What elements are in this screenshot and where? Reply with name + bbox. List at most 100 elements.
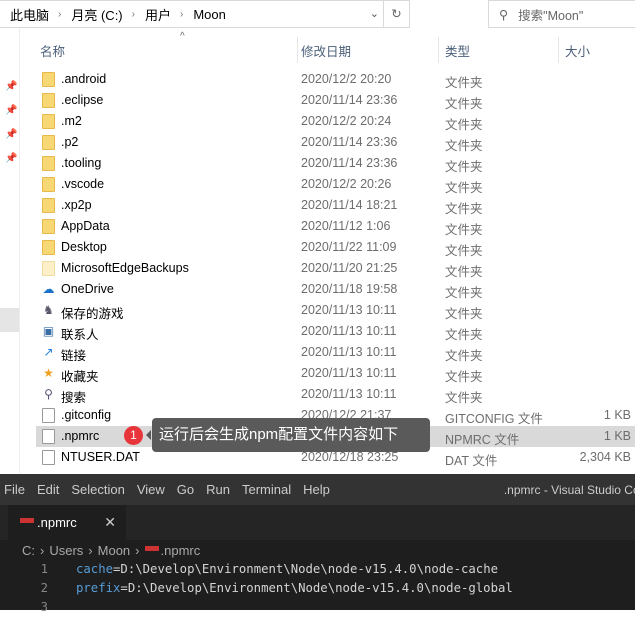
folder-icon [42, 93, 55, 108]
breadcrumb-drive[interactable]: C: [22, 543, 35, 558]
file-size: 2,304 KB [579, 450, 631, 464]
file-date: 2020/11/22 11:09 [301, 240, 397, 254]
file-date: 2020/11/14 23:36 [301, 156, 398, 170]
file-type: DAT 文件 [445, 454, 498, 468]
menu-terminal[interactable]: Terminal [238, 482, 299, 497]
menu-go[interactable]: Go [173, 482, 202, 497]
file-row[interactable]: ☁ OneDrive 2020/11/18 19:58 文件夹 [36, 279, 635, 300]
file-row[interactable]: AppData 2020/11/12 1:06 文件夹 [36, 216, 635, 237]
file-name: .android [61, 72, 107, 86]
file-date: 2020/11/14 23:36 [301, 135, 398, 149]
tab-npmrc[interactable]: .npmrc ✕ [8, 505, 126, 540]
menu-file[interactable]: File [0, 482, 33, 497]
breadcrumb-drive[interactable]: 月亮 (C:) [71, 5, 122, 24]
folder-icon [42, 240, 55, 255]
column-type[interactable]: 类型 [445, 41, 470, 60]
breadcrumb-users[interactable]: 用户 [145, 5, 171, 24]
file-date: 2020/11/20 21:25 [301, 261, 398, 275]
column-divider[interactable] [438, 37, 439, 63]
step-badge: 1 [124, 426, 143, 445]
column-name[interactable]: 名称 [40, 41, 65, 60]
file-type: 文件夹 [445, 181, 483, 195]
breadcrumb-users[interactable]: Users [49, 543, 83, 558]
file-row[interactable]: .m2 2020/12/2 20:24 文件夹 [36, 111, 635, 132]
file-row[interactable]: Desktop 2020/11/22 11:09 文件夹 [36, 237, 635, 258]
file-type: 文件夹 [445, 244, 483, 258]
menu-edit[interactable]: Edit [33, 482, 67, 497]
file-name: .eclipse [61, 93, 104, 107]
annotation-callout: 运行后会生成npm配置文件内容如下 [146, 418, 430, 452]
menu-bar: File Edit Selection View Go Run Terminal… [0, 474, 635, 505]
file-date: 2020/12/2 20:26 [301, 177, 392, 191]
file-type: 文件夹 [445, 223, 483, 237]
breadcrumb-moon[interactable]: Moon [193, 7, 226, 22]
file-type: 文件夹 [445, 391, 483, 405]
file-type: 文件夹 [445, 139, 483, 153]
code-editor[interactable]: 1 cache =D:\Develop\Environment\Node\node-… [0, 560, 635, 617]
sort-ascending-icon: ^ [180, 31, 185, 42]
code-line: 3 [0, 598, 635, 617]
file-row[interactable]: .xp2p 2020/11/14 18:21 文件夹 [36, 195, 635, 216]
file-date: 2020/12/2 20:20 [301, 72, 392, 86]
file-type: NPMRC 文件 [445, 433, 520, 447]
menu-help[interactable]: Help [299, 482, 338, 497]
file-row[interactable]: ↗ 链接 2020/11/13 10:11 文件夹 [36, 342, 635, 363]
breadcrumb-moon[interactable]: Moon [98, 543, 131, 558]
file-row[interactable]: .tooling 2020/11/14 23:36 文件夹 [36, 153, 635, 174]
column-divider[interactable] [297, 37, 298, 63]
favorites-icon: ★ [43, 366, 54, 380]
menu-view[interactable]: View [133, 482, 173, 497]
file-row[interactable]: MicrosoftEdgeBackups 2020/11/20 21:25 文件… [36, 258, 635, 279]
file-type: 文件夹 [445, 76, 483, 90]
search-icon: ⚲ [499, 7, 509, 22]
tab-label: .npmrc [37, 515, 77, 530]
column-header: ^ 名称 修改日期 类型 大小 [20, 31, 635, 63]
code-value: =D:\Develop\Environment\Node\node-v15.4.… [120, 581, 513, 595]
file-date: 2020/11/13 10:11 [301, 324, 397, 338]
breadcrumb-this-pc[interactable]: 此电脑 [10, 5, 49, 24]
file-row[interactable]: .android 2020/12/2 20:20 文件夹 [36, 69, 635, 90]
file-row[interactable]: .p2 2020/11/14 23:36 文件夹 [36, 132, 635, 153]
file-row[interactable]: ★ 收藏夹 2020/11/13 10:11 文件夹 [36, 363, 635, 384]
address-bar[interactable]: 此电脑 › 月亮 (C:) › 用户 › Moon ⌄ ↻ [0, 0, 410, 28]
file-type: GITCONFIG 文件 [445, 412, 543, 426]
file-name: 链接 [61, 349, 87, 363]
menu-selection[interactable]: Selection [67, 482, 132, 497]
file-row[interactable]: .eclipse 2020/11/14 23:36 文件夹 [36, 90, 635, 111]
file-row[interactable]: ▣ 联系人 2020/11/13 10:11 文件夹 [36, 321, 635, 342]
column-divider[interactable] [558, 37, 559, 63]
contacts-icon: ▣ [42, 324, 55, 338]
folder-icon [42, 114, 55, 129]
chevron-down-icon[interactable]: ⌄ [370, 7, 379, 20]
chevron-right-icon: › [40, 542, 45, 558]
column-size[interactable]: 大小 [565, 41, 590, 60]
search-placeholder: 搜索"Moon" [518, 8, 584, 23]
chevron-right-icon[interactable]: › [58, 9, 61, 20]
file-name: .npmrc [61, 429, 100, 443]
search-input[interactable]: ⚲ 搜索"Moon" [488, 0, 635, 28]
file-row[interactable]: .vscode 2020/12/2 20:26 文件夹 [36, 174, 635, 195]
file-row[interactable]: ⚲ 搜索 2020/11/13 10:11 文件夹 [36, 384, 635, 405]
close-icon[interactable]: ✕ [104, 514, 116, 531]
folder-icon [42, 177, 55, 192]
chevron-right-icon[interactable]: › [132, 9, 135, 20]
file-type: 文件夹 [445, 328, 483, 342]
file-date: 2020/11/13 10:11 [301, 303, 397, 317]
file-name: 收藏夹 [61, 370, 99, 384]
line-number: 1 [40, 562, 48, 576]
column-date[interactable]: 修改日期 [301, 41, 351, 60]
file-row[interactable]: ♞ 保存的游戏 2020/11/13 10:11 文件夹 [36, 300, 635, 321]
nav-selected-item[interactable] [0, 308, 19, 332]
navigation-pane[interactable]: 📌 📌 📌 📌 [0, 28, 20, 474]
code-key: cache [76, 562, 114, 576]
breadcrumb-file[interactable]: .npmrc [161, 543, 201, 558]
menu-run[interactable]: Run [202, 482, 238, 497]
search-folder-icon: ⚲ [44, 387, 53, 401]
chevron-right-icon[interactable]: › [180, 9, 183, 20]
file-date: 2020/11/14 23:36 [301, 93, 398, 107]
links-icon: ↗ [43, 345, 54, 359]
npm-icon [144, 546, 159, 551]
file-date: 2020/11/18 19:58 [301, 282, 398, 296]
refresh-icon[interactable]: ↻ [383, 1, 409, 27]
vscode-window: File Edit Selection View Go Run Terminal… [0, 474, 635, 614]
